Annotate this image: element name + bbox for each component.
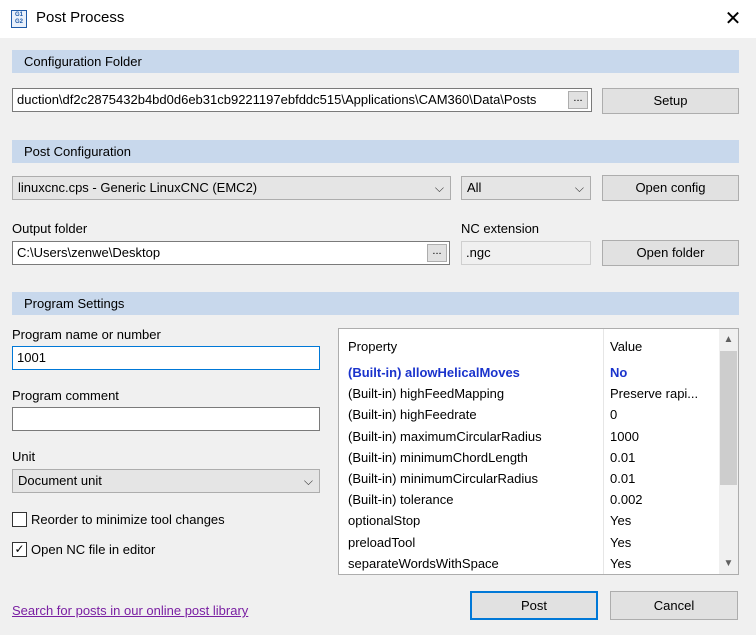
property-row[interactable]: (Built-in) maximumCircularRadius 1000: [339, 426, 719, 447]
program-comment-label: Program comment: [12, 388, 119, 403]
open-nc-checkbox[interactable]: ✓: [12, 542, 27, 557]
unit-value: Document unit: [18, 473, 102, 488]
property-grid[interactable]: Property Value (Built-in) allowHelicalMo…: [338, 328, 739, 575]
property-row[interactable]: (Built-in) highFeedMapping Preserve rapi.…: [339, 383, 719, 404]
property-row[interactable]: (Built-in) minimumCircularRadius 0.01: [339, 468, 719, 489]
post-select-value: linuxcnc.cps - Generic LinuxCNC (EMC2): [18, 180, 258, 195]
property-name: (Built-in) tolerance: [348, 492, 454, 508]
property-row[interactable]: (Built-in) tolerance 0.002: [339, 489, 719, 510]
chevron-down-icon: ⌵: [574, 181, 584, 195]
section-post-configuration: Post Configuration: [12, 140, 739, 163]
property-value[interactable]: Yes: [610, 532, 716, 553]
config-folder-path-text: duction\df2c2875432b4bd0d6eb31cb9221197e…: [17, 92, 537, 107]
property-value[interactable]: 1000: [610, 426, 716, 447]
config-folder-browse-button[interactable]: ...: [568, 91, 588, 109]
property-value[interactable]: Yes: [610, 553, 716, 574]
property-row[interactable]: (Built-in) minimumChordLength 0.01: [339, 447, 719, 468]
property-row[interactable]: optionalStop Yes: [339, 510, 719, 531]
grid-header-value[interactable]: Value: [610, 335, 642, 359]
property-name: (Built-in) maximumCircularRadius: [348, 428, 542, 444]
property-row[interactable]: (Built-in) highFeedrate 0: [339, 404, 719, 425]
property-name: (Built-in) allowHelicalMoves: [348, 365, 520, 380]
close-icon[interactable]: ✕: [718, 4, 748, 34]
property-value[interactable]: No: [610, 362, 716, 383]
property-value[interactable]: 0.01: [610, 468, 716, 489]
nc-extension-field: .ngc: [461, 241, 591, 265]
scrollbar-thumb[interactable]: [720, 351, 737, 485]
output-folder-browse-button[interactable]: ...: [427, 244, 447, 262]
output-folder-label: Output folder: [12, 221, 88, 236]
property-name: separateWordsWithSpace: [348, 555, 499, 571]
program-comment-input[interactable]: [12, 407, 320, 431]
cancel-button[interactable]: Cancel: [610, 591, 738, 620]
setup-button[interactable]: Setup: [602, 88, 739, 114]
property-value[interactable]: 0.01: [610, 447, 716, 468]
checkmark-icon: ✓: [14, 542, 25, 556]
reorder-label[interactable]: Reorder to minimize tool changes: [31, 512, 225, 527]
nc-extension-text: .ngc: [466, 245, 491, 260]
post-button[interactable]: Post: [470, 591, 598, 620]
property-value[interactable]: Yes: [610, 510, 716, 531]
nc-extension-label: NC extension: [461, 221, 540, 236]
config-folder-path-field[interactable]: duction\df2c2875432b4bd0d6eb31cb9221197e…: [12, 88, 592, 112]
property-value[interactable]: 0.002: [610, 489, 716, 510]
post-select-dropdown[interactable]: linuxcnc.cps - Generic LinuxCNC (EMC2) ⌵: [12, 176, 451, 200]
unit-label: Unit: [12, 449, 36, 464]
reorder-checkbox[interactable]: [12, 512, 27, 527]
property-name: optionalStop: [348, 513, 421, 529]
property-name: (Built-in) minimumCircularRadius: [348, 471, 538, 486]
post-filter-dropdown[interactable]: All ⌵: [461, 176, 591, 200]
section-program-settings: Program Settings: [12, 292, 739, 315]
program-name-label: Program name or number: [12, 327, 161, 342]
program-name-value: 1001: [17, 350, 46, 365]
section-configuration-folder: Configuration Folder: [12, 50, 739, 73]
open-folder-button[interactable]: Open folder: [602, 240, 739, 266]
output-folder-field[interactable]: C:\Users\zenwe\Desktop: [12, 241, 450, 265]
property-row[interactable]: separateWordsWithSpace Yes: [339, 553, 719, 574]
app-icon: G1 G2: [11, 10, 27, 28]
property-name: preloadTool: [348, 534, 416, 550]
grid-header: Property Value: [339, 335, 719, 359]
open-config-button[interactable]: Open config: [602, 175, 739, 201]
scroll-up-icon[interactable]: ▲: [719, 331, 738, 349]
property-value[interactable]: Preserve rapi...: [610, 383, 716, 404]
chevron-down-icon: ⌵: [434, 181, 444, 195]
property-value[interactable]: 0: [610, 404, 716, 425]
property-name: (Built-in) highFeedMapping: [348, 386, 505, 402]
scroll-down-icon[interactable]: ▼: [719, 555, 738, 573]
online-post-library-link[interactable]: Search for posts in our online post libr…: [12, 603, 248, 618]
property-name: (Built-in) highFeedrate: [348, 407, 477, 423]
property-row[interactable]: preloadTool Yes: [339, 532, 719, 553]
output-folder-text: C:\Users\zenwe\Desktop: [17, 245, 161, 260]
unit-dropdown[interactable]: Document unit ⌵: [12, 469, 320, 493]
program-name-input[interactable]: 1001: [12, 346, 320, 370]
property-name: (Built-in) minimumChordLength: [348, 449, 528, 465]
grid-header-property[interactable]: Property: [348, 335, 397, 359]
property-row[interactable]: (Built-in) allowHelicalMoves No: [339, 362, 719, 383]
post-filter-value: All: [467, 180, 482, 195]
window-title: Post Process: [36, 9, 125, 26]
chevron-down-icon: ⌵: [303, 474, 313, 488]
open-nc-label[interactable]: Open NC file in editor: [31, 542, 155, 557]
